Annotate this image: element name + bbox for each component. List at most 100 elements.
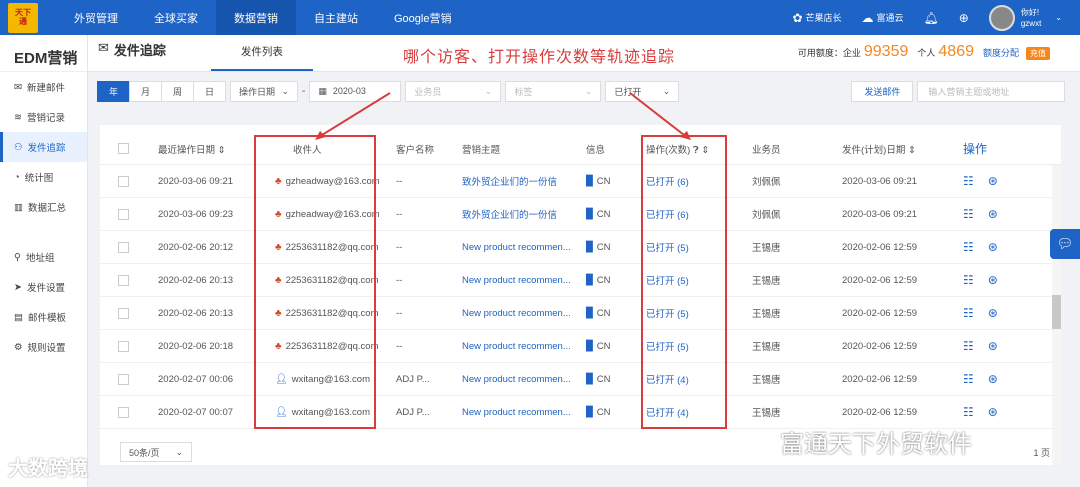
sidebar-item-0[interactable]: ✉ 新建邮件	[0, 72, 87, 102]
row-info: ▉ CN	[586, 374, 646, 385]
nav-item-4[interactable]: Google营销	[376, 0, 469, 35]
row-salesperson: 刘佩佩	[752, 177, 781, 188]
detail-icon[interactable]: ☷	[963, 339, 974, 353]
scrollbar-thumb[interactable]	[1052, 295, 1061, 329]
row-customer[interactable]: --	[396, 308, 462, 319]
country-code: CN	[596, 406, 611, 418]
row-send-date: 2020-02-06 12:59	[842, 241, 918, 253]
sidebar-item-3[interactable]: ◔ 统计图	[0, 162, 87, 192]
globe-icon[interactable]: ⊛	[988, 339, 998, 353]
sidebar-item-label: 营销记录	[26, 113, 65, 124]
row-checkbox[interactable]	[117, 373, 129, 385]
row-subject[interactable]: New product recommen...	[462, 341, 586, 352]
row-checkbox[interactable]	[117, 340, 129, 352]
brand-logo[interactable]: 天下通	[8, 2, 38, 33]
nav-item-0[interactable]: 外贸管理	[56, 0, 136, 35]
sidebar-item-1[interactable]: ≋ 营销记录	[0, 102, 87, 132]
detail-icon[interactable]: ☷	[963, 306, 974, 320]
globe-icon[interactable]: ⊛	[988, 306, 998, 320]
row-subject[interactable]: New product recommen...	[462, 275, 586, 286]
sidebar: EDM营销 ✉ 新建邮件 ≋ 营销记录 ⚇ 发件追踪 ◔ 统计图 ▥ 数据汇总 ⚲ 地址组 ➤ 发件设置 ▤…	[0, 35, 88, 487]
row-select	[100, 274, 146, 286]
cloud-link[interactable]: ☁ 富通云	[862, 11, 904, 25]
globe-icon[interactable]: ⊛	[988, 207, 998, 221]
row-actions: ☷ ⊛	[957, 405, 1047, 419]
row-customer[interactable]: --	[396, 242, 462, 253]
row-subject[interactable]: 致外贸企业们的一份信	[462, 174, 586, 188]
binoculars-icon: ⚇	[14, 141, 23, 153]
row-checkbox[interactable]	[117, 208, 129, 220]
sidebar-item-4[interactable]: ▥ 数据汇总	[0, 192, 87, 222]
row-send-date: 2020-02-06 12:59	[842, 274, 918, 286]
sidebar-item-8[interactable]: ⚙ 规则设置	[0, 332, 87, 362]
currency-button[interactable]: ⊕	[959, 11, 969, 25]
sidebar-item-6[interactable]: ➤ 发件设置	[0, 272, 87, 302]
row-select	[100, 241, 146, 253]
document-icon: ▉	[586, 340, 594, 352]
user-menu[interactable]: 你好! gzwxt	[1021, 7, 1041, 29]
nav-item-1[interactable]: 全球买家	[136, 0, 216, 35]
bar-chart-icon: ▥	[14, 201, 23, 213]
sidebar-item-label: 新建邮件	[26, 83, 65, 94]
detail-icon[interactable]: ☷	[963, 207, 974, 221]
envelope-icon: ✉	[14, 81, 22, 93]
sidebar-item-2[interactable]: ⚇ 发件追踪	[0, 132, 87, 162]
row-customer[interactable]: ADJ P...	[396, 374, 462, 385]
detail-icon[interactable]: ☷	[963, 273, 974, 287]
row-checkbox[interactable]	[117, 274, 129, 286]
row-actions: ☷ ⊛	[957, 339, 1047, 353]
globe-icon[interactable]: ⊛	[988, 372, 998, 386]
row-subject[interactable]: New product recommen...	[462, 407, 586, 418]
page-count: 1 页	[1033, 448, 1050, 458]
row-send-date: 2020-02-06 12:59	[842, 406, 918, 418]
detail-icon[interactable]: ☷	[963, 174, 974, 188]
nav-item-3[interactable]: 自主建站	[296, 0, 376, 35]
row-customer[interactable]: --	[396, 275, 462, 286]
row-customer[interactable]: --	[396, 176, 462, 187]
row-customer[interactable]: ADJ P...	[396, 407, 462, 418]
chat-button[interactable]: 💬︎	[1050, 229, 1080, 259]
row-checkbox[interactable]	[117, 406, 129, 418]
detail-icon[interactable]: ☷	[963, 372, 974, 386]
country-code: CN	[596, 307, 611, 319]
row-salesperson: 王锡唐	[752, 342, 781, 353]
row-checkbox[interactable]	[117, 175, 129, 187]
table-body: 2020-03-06 09:21 ♣ gzheadway@163.com -- 致外贸企…	[100, 165, 1061, 429]
row-salesperson: 刘佩佩	[752, 210, 781, 221]
row-actions: ☷ ⊛	[957, 372, 1047, 386]
arrow-left-head	[315, 131, 326, 140]
globe-icon[interactable]: ⊛	[988, 174, 998, 188]
row-send-date: 2020-02-06 12:59	[842, 373, 918, 385]
country-code: CN	[596, 373, 611, 385]
bell-button[interactable]: 🔔︎	[924, 11, 939, 25]
row-subject[interactable]: New product recommen...	[462, 374, 586, 385]
row-checkbox[interactable]	[117, 307, 129, 319]
row-actions: ☷ ⊛	[957, 240, 1047, 254]
username: gzwxt	[1020, 18, 1042, 28]
sidebar-item-7[interactable]: ▤ 邮件模板	[0, 302, 87, 332]
row-customer[interactable]: --	[396, 341, 462, 352]
mango-link[interactable]: ✿ 芒果店长	[792, 11, 841, 25]
row-customer[interactable]: --	[396, 209, 462, 220]
arrow-right-line	[629, 92, 685, 136]
row-subject[interactable]: New product recommen...	[462, 308, 586, 319]
globe-icon[interactable]: ⊛	[988, 240, 998, 254]
row-actions: ☷ ⊛	[957, 207, 1047, 221]
avatar[interactable]	[988, 4, 1015, 31]
row-subject[interactable]: New product recommen...	[462, 242, 586, 253]
detail-icon[interactable]: ☷	[963, 405, 974, 419]
detail-icon[interactable]: ☷	[963, 240, 974, 254]
chevron-down-icon[interactable]: ⌄	[1055, 13, 1062, 22]
page-size-select[interactable]: 50条/页 ⌄	[120, 442, 193, 462]
document-icon: ▉	[586, 241, 594, 253]
globe-icon[interactable]: ⊛	[988, 273, 998, 287]
mango-icon: ✿	[792, 10, 803, 25]
document-icon: ▉	[586, 406, 594, 418]
sidebar-item-5[interactable]: ⚲ 地址组	[0, 242, 87, 272]
document-icon: ▉	[586, 175, 594, 187]
row-subject[interactable]: 致外贸企业们的一份信	[462, 207, 586, 221]
row-checkbox[interactable]	[117, 241, 129, 253]
nav-item-2[interactable]: 数据营销	[216, 0, 296, 35]
globe-icon[interactable]: ⊛	[988, 405, 998, 419]
